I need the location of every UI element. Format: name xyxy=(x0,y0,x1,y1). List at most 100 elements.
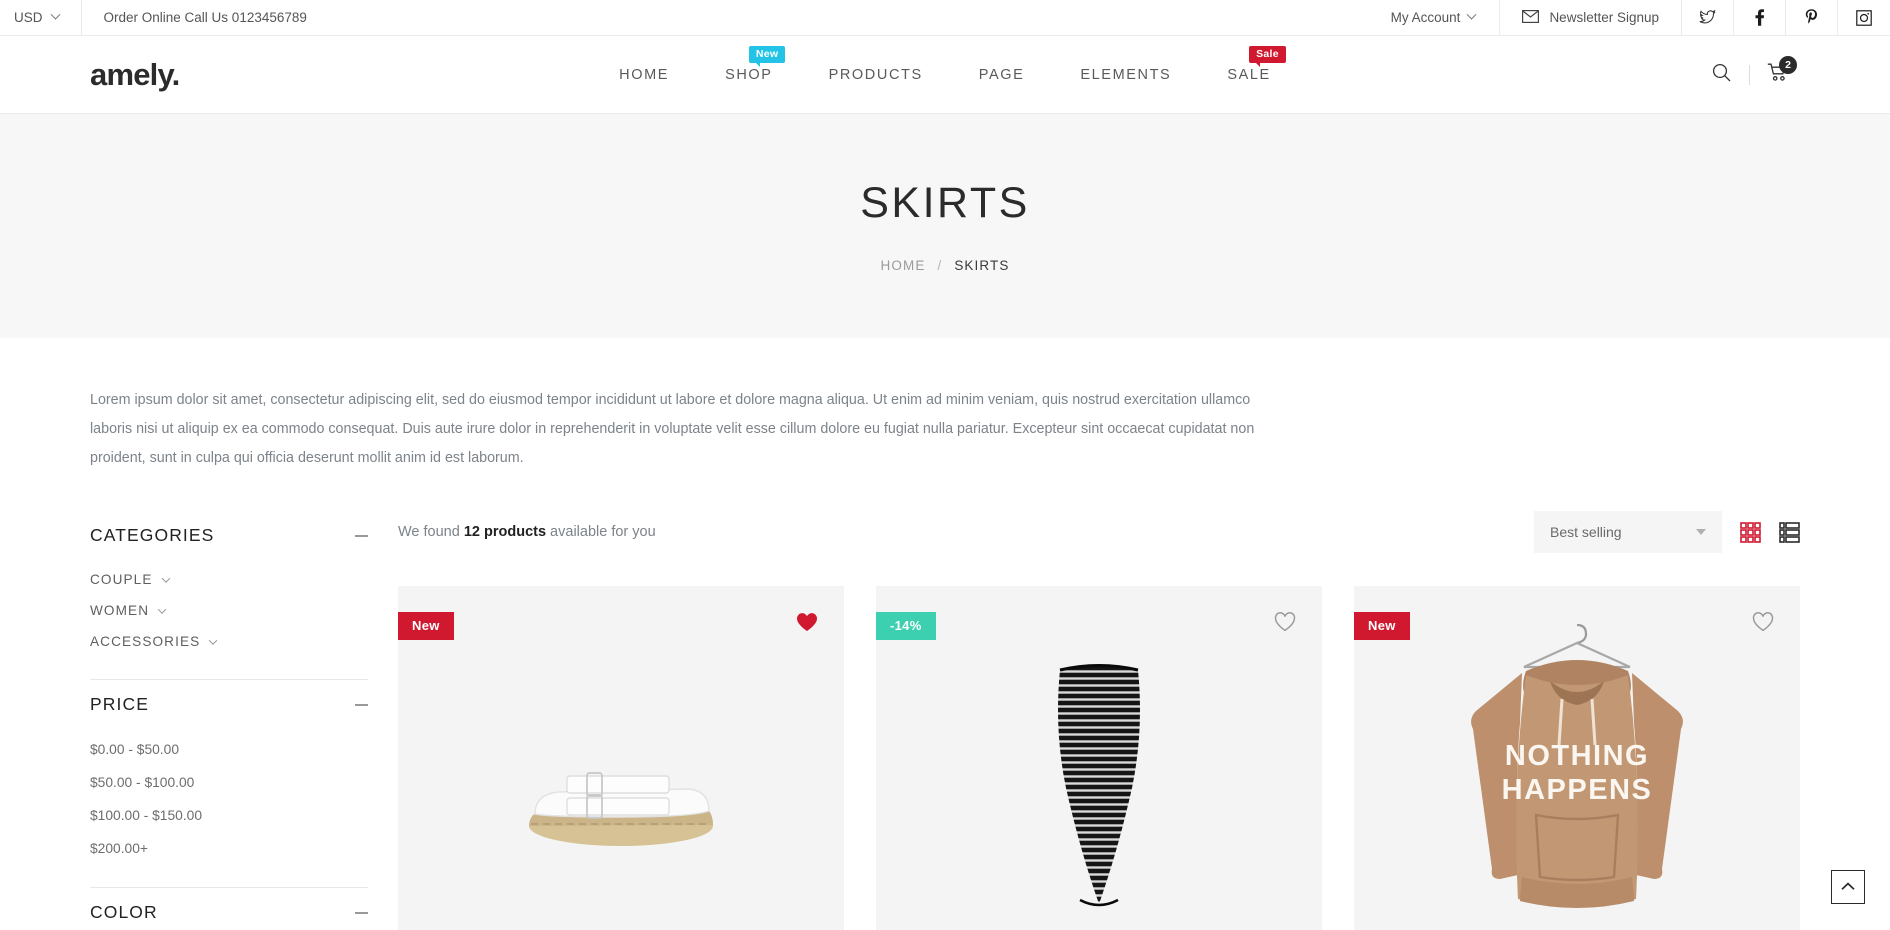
category-label: WOMEN xyxy=(90,603,150,619)
category-item-women[interactable]: WOMEN xyxy=(90,595,368,626)
my-account-label: My Account xyxy=(1390,10,1461,25)
nav-item-products[interactable]: PRODUCTS xyxy=(821,61,931,89)
collapse-minus-icon[interactable] xyxy=(355,535,368,537)
list-view-icon[interactable] xyxy=(1779,522,1800,543)
newsletter-signup-link[interactable]: Newsletter Signup xyxy=(1499,0,1682,35)
listing-toolbar: We found 12 products available for you B… xyxy=(398,511,1800,554)
pinterest-icon[interactable] xyxy=(1786,0,1838,35)
filter-color-header[interactable]: COLOR xyxy=(90,902,368,923)
price-range-item[interactable]: $0.00 - $50.00 xyxy=(90,733,368,766)
product-card[interactable]: -14% xyxy=(876,586,1322,930)
product-badge: New xyxy=(398,612,454,641)
nav-item-elements[interactable]: ELEMENTS xyxy=(1072,61,1179,89)
found-suffix: available for you xyxy=(546,524,656,541)
cart-button[interactable]: 2 xyxy=(1756,55,1800,95)
cart-count-badge: 2 xyxy=(1779,55,1797,74)
hoodie-print-line2: HAPPENS xyxy=(1502,774,1653,806)
nav-badge-sale: Sale xyxy=(1249,45,1286,67)
collapse-minus-icon[interactable] xyxy=(355,704,368,706)
nav-label: SALE xyxy=(1227,66,1271,83)
filter-price-header[interactable]: PRICE xyxy=(90,694,368,715)
nav-label: HOME xyxy=(619,66,670,83)
category-description: Lorem ipsum dolor sit amet, consectetur … xyxy=(90,392,1255,467)
header-divider xyxy=(1749,64,1750,85)
nav-label: SHOP xyxy=(725,66,773,83)
nav-item-home[interactable]: HOME xyxy=(611,61,677,89)
page-title: SKIRTS xyxy=(860,179,1030,227)
filter-title: CATEGORIES xyxy=(90,525,215,546)
filter-sidebar: CATEGORIES COUPLE WOMEN ACCESSORIES PRIC… xyxy=(90,511,368,930)
chevron-down-icon xyxy=(209,636,218,645)
filter-categories: CATEGORIES COUPLE WOMEN ACCESSORIES xyxy=(90,511,368,681)
currency-label: USD xyxy=(14,10,43,25)
order-phone-text: Order Online Call Us 0123456789 xyxy=(103,10,307,25)
product-listing: We found 12 products available for you B… xyxy=(398,511,1800,930)
grid-view-icon[interactable] xyxy=(1740,522,1761,543)
breadcrumb: HOME / SKIRTS xyxy=(881,258,1010,273)
nav-label: PAGE xyxy=(978,66,1025,83)
logo[interactable]: amely. xyxy=(90,57,180,93)
search-button[interactable] xyxy=(1699,55,1743,95)
chevron-down-icon xyxy=(1466,9,1477,20)
filter-color: COLOR xyxy=(90,888,368,930)
product-image-sandal xyxy=(398,586,844,930)
envelope-icon xyxy=(1522,9,1540,26)
my-account-menu[interactable]: My Account xyxy=(1367,0,1500,35)
main-navigation: HOME New SHOP PRODUCTS PAGE ELEMENTS Sal… xyxy=(0,45,1890,89)
product-image-swimsuit xyxy=(876,586,1322,930)
nav-badge-label: Sale xyxy=(1256,47,1279,60)
nav-item-sale[interactable]: Sale SALE xyxy=(1219,45,1286,89)
product-grid: New -14% New NOTHING HAPPENS xyxy=(398,586,1800,930)
category-label: COUPLE xyxy=(90,572,153,588)
currency-selector[interactable]: USD xyxy=(0,0,82,35)
page-hero: SKIRTS HOME / SKIRTS xyxy=(0,114,1890,338)
product-card[interactable]: New xyxy=(1354,586,1800,930)
instagram-icon[interactable] xyxy=(1838,0,1890,35)
chevron-up-icon xyxy=(1841,878,1855,896)
breadcrumb-current: SKIRTS xyxy=(954,258,1010,273)
price-range-item[interactable]: $50.00 - $100.00 xyxy=(90,766,368,799)
chevron-down-icon xyxy=(161,574,170,583)
nav-label: ELEMENTS xyxy=(1080,66,1172,83)
nav-label: PRODUCTS xyxy=(828,66,923,83)
filter-title: PRICE xyxy=(90,694,149,715)
wishlist-heart-icon-outline[interactable] xyxy=(1274,612,1296,637)
found-count: 12 products xyxy=(463,524,547,541)
wishlist-heart-icon-outline[interactable] xyxy=(1752,612,1774,637)
price-range-item[interactable]: $100.00 - $150.00 xyxy=(90,799,368,832)
category-item-couple[interactable]: COUPLE xyxy=(90,564,368,595)
wishlist-heart-icon-filled[interactable] xyxy=(796,612,818,637)
top-bar: USD Order Online Call Us 0123456789 My A… xyxy=(0,0,1890,36)
sort-value: Best selling xyxy=(1550,524,1622,541)
product-count-text: We found 12 products available for you xyxy=(398,524,656,540)
chevron-down-icon xyxy=(50,9,60,20)
newsletter-label: Newsletter Signup xyxy=(1549,10,1659,25)
filter-price: PRICE $0.00 - $50.00 $50.00 - $100.00 $1… xyxy=(90,680,368,889)
facebook-icon[interactable] xyxy=(1734,0,1786,35)
found-prefix: We found xyxy=(398,524,464,541)
hoodie-print-line1: NOTHING xyxy=(1505,740,1649,772)
product-image-hoodie: NOTHING HAPPENS xyxy=(1354,586,1800,930)
product-badge: New xyxy=(1354,612,1410,641)
category-item-accessories[interactable]: ACCESSORIES xyxy=(90,626,368,657)
twitter-icon[interactable] xyxy=(1682,0,1734,35)
price-range-item[interactable]: $200.00+ xyxy=(90,832,368,865)
nav-badge-new: New xyxy=(748,45,786,67)
site-header: amely. HOME New SHOP PRODUCTS PAGE ELEME… xyxy=(0,36,1890,114)
search-icon xyxy=(1712,63,1731,87)
filter-categories-header[interactable]: CATEGORIES xyxy=(90,525,368,546)
nav-item-page[interactable]: PAGE xyxy=(971,61,1033,89)
breadcrumb-home[interactable]: HOME xyxy=(881,258,926,273)
filter-title: COLOR xyxy=(90,902,158,923)
top-bar-spacer xyxy=(329,0,1367,35)
caret-down-icon xyxy=(1696,529,1706,536)
breadcrumb-separator: / xyxy=(937,258,943,273)
product-badge: -14% xyxy=(876,612,936,641)
chevron-down-icon xyxy=(157,605,167,614)
nav-item-shop[interactable]: New SHOP xyxy=(717,45,786,89)
sort-dropdown[interactable]: Best selling xyxy=(1534,511,1722,554)
collapse-minus-icon[interactable] xyxy=(355,912,368,914)
product-card[interactable]: New xyxy=(398,586,844,930)
scroll-to-top-button[interactable] xyxy=(1831,870,1865,904)
page-content: Lorem ipsum dolor sit amet, consectetur … xyxy=(0,338,1890,930)
